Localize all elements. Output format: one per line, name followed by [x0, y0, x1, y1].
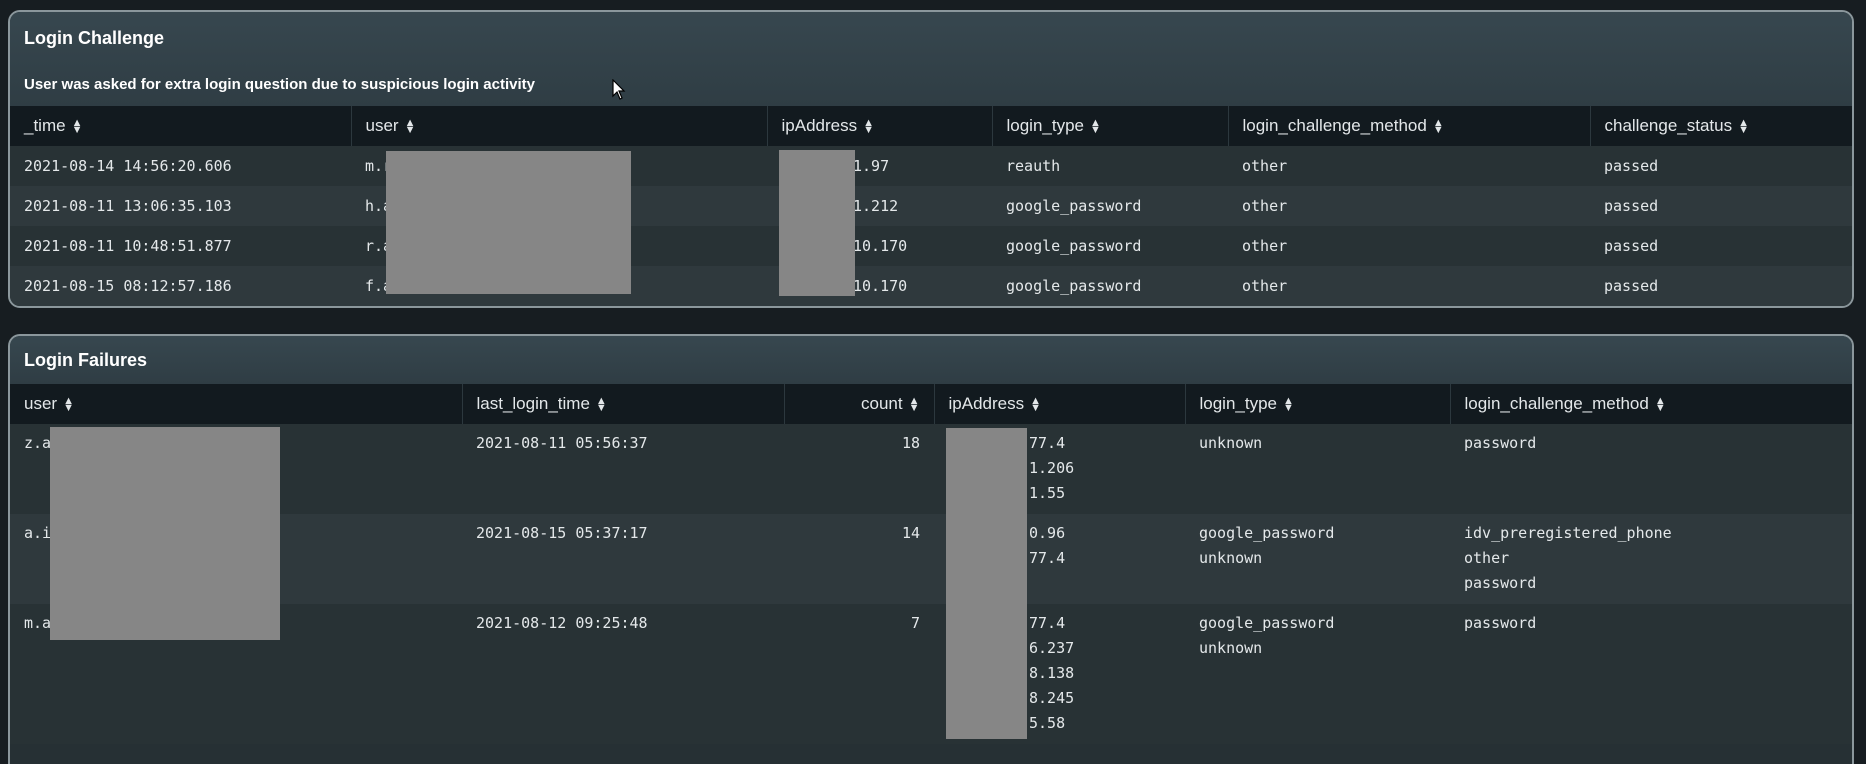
cell-last-login-time: 2021-08-11 05:56:37 — [462, 424, 784, 514]
table-row: 2021-08-15 08:12:57.186 f.a 10.170 googl… — [10, 266, 1852, 306]
column-header-ipaddress[interactable]: ipAddress ▲ ▼ — [933, 384, 1185, 424]
column-header-ipaddress[interactable]: ipAddress ▲ ▼ — [766, 106, 992, 146]
cell-login-type[interactable]: google_password unknown — [1185, 514, 1450, 604]
table-row: 2021-08-11 10:48:51.877 r.a 10.170 googl… — [10, 226, 1852, 266]
table-row: 2021-08-14 14:56:20.606 m.r 1.97 reauth … — [10, 146, 1852, 186]
cell-time: 2021-08-11 10:48:51.877 — [10, 226, 351, 266]
column-header-login-type[interactable]: login_type ▲ ▼ — [1184, 384, 1450, 424]
cell-status[interactable]: passed — [1590, 186, 1852, 226]
redaction-block — [946, 428, 1027, 739]
sort-icon: ▲ ▼ — [1030, 394, 1041, 414]
sort-icon: ▲ ▼ — [71, 116, 83, 136]
cell-method[interactable]: other — [1228, 146, 1590, 186]
cell-last-login-time: 2021-08-15 05:37:17 — [462, 514, 784, 604]
cell-login-type[interactable]: google_password — [992, 266, 1228, 306]
cell-count: 7 — [784, 604, 934, 744]
cell-status[interactable]: passed — [1590, 146, 1852, 186]
login-challenge-header: Login Challenge User was asked for extra… — [10, 12, 1852, 106]
column-header-challenge-status[interactable]: challenge_status ▲ ▼ — [1589, 106, 1852, 146]
cell-last-login-time: 2021-08-12 09:25:48 — [462, 604, 784, 744]
table-row: 2021-08-11 13:06:35.103 h.a 1.212 google… — [10, 186, 1852, 226]
column-header-time[interactable]: _time ▲ ▼ — [10, 106, 351, 146]
cell-method[interactable]: other — [1228, 226, 1590, 266]
login-failures-panel: Login Failures user ▲ ▼ last_login_time ▲ ▼ … — [8, 334, 1854, 764]
column-header-last-login-time[interactable]: last_login_time ▲ ▼ — [461, 384, 784, 424]
login-challenge-panel: Login Challenge User was asked for extra… — [8, 10, 1854, 308]
table-row: m.a 2021-08-12 09:25:48 7 77.4 6.237 8.1… — [10, 604, 1852, 744]
login-challenge-table: _time ▲ ▼ user ▲ ▼ ipAddress ▲ ▼ login_type ▲ ▼ … — [10, 106, 1852, 306]
column-header-user[interactable]: user ▲ ▼ — [10, 384, 462, 424]
sort-icon: ▲ ▼ — [908, 394, 920, 414]
column-header-user[interactable]: user ▲ ▼ — [350, 106, 767, 146]
sort-icon: ▲ ▼ — [1432, 116, 1444, 136]
redaction-block — [50, 427, 280, 640]
sort-icon: ▲ ▼ — [1283, 394, 1294, 414]
cell-method[interactable]: password — [1450, 424, 1852, 514]
cell-login-type[interactable]: reauth — [992, 146, 1228, 186]
cell-count: 18 — [784, 424, 934, 514]
cell-status[interactable]: passed — [1590, 226, 1852, 266]
mouse-cursor-icon — [612, 79, 626, 100]
cell-login-type[interactable]: google_password — [992, 226, 1228, 266]
sort-icon: ▲ ▼ — [1654, 394, 1666, 414]
cell-count: 14 — [784, 514, 934, 604]
login-failures-header: Login Failures — [10, 336, 1852, 384]
cell-method[interactable]: idv_preregistered_phone other password — [1450, 514, 1852, 604]
cell-time: 2021-08-15 08:12:57.186 — [10, 266, 351, 306]
panel-title: Login Failures — [24, 350, 148, 370]
sort-icon: ▲ ▼ — [404, 116, 416, 136]
table-row: a.i 2021-08-15 05:37:17 14 0.96 77.4 goo… — [10, 514, 1852, 604]
column-header-login-challenge-method[interactable]: login_challenge_method ▲ ▼ — [1227, 106, 1590, 146]
column-header-login-challenge-method[interactable]: login_challenge_method ▲ ▼ — [1449, 384, 1852, 424]
cell-time: 2021-08-14 14:56:20.606 — [10, 146, 351, 186]
redaction-block — [779, 150, 855, 296]
cell-method[interactable]: other — [1228, 186, 1590, 226]
sort-icon: ▲ ▼ — [1738, 116, 1749, 136]
sort-icon: ▲ ▼ — [1090, 116, 1101, 136]
panel-title: Login Challenge — [24, 28, 165, 48]
cell-status[interactable]: passed — [1590, 266, 1852, 306]
column-header-count[interactable]: count ▲ ▼ — [783, 384, 934, 424]
table-row: z.a 2021-08-11 05:56:37 18 77.4 1.206 1.… — [10, 424, 1852, 514]
login-failures-table: user ▲ ▼ last_login_time ▲ ▼ count ▲ ▼ ipAddre… — [10, 384, 1852, 744]
sort-icon: ▲ ▼ — [63, 394, 74, 414]
cell-method[interactable]: other — [1228, 266, 1590, 306]
panel-description: User was asked for extra login question … — [24, 76, 535, 93]
redaction-block — [386, 151, 631, 294]
cell-login-type[interactable]: google_password — [992, 186, 1228, 226]
cell-time: 2021-08-11 13:06:35.103 — [10, 186, 351, 226]
cell-login-type[interactable]: unknown — [1185, 424, 1450, 514]
cell-login-type[interactable]: google_password unknown — [1185, 604, 1450, 744]
cell-method[interactable]: password — [1450, 604, 1852, 744]
column-header-login-type[interactable]: login_type ▲ ▼ — [991, 106, 1228, 146]
sort-icon: ▲ ▼ — [863, 116, 874, 136]
sort-icon: ▲ ▼ — [595, 394, 607, 414]
